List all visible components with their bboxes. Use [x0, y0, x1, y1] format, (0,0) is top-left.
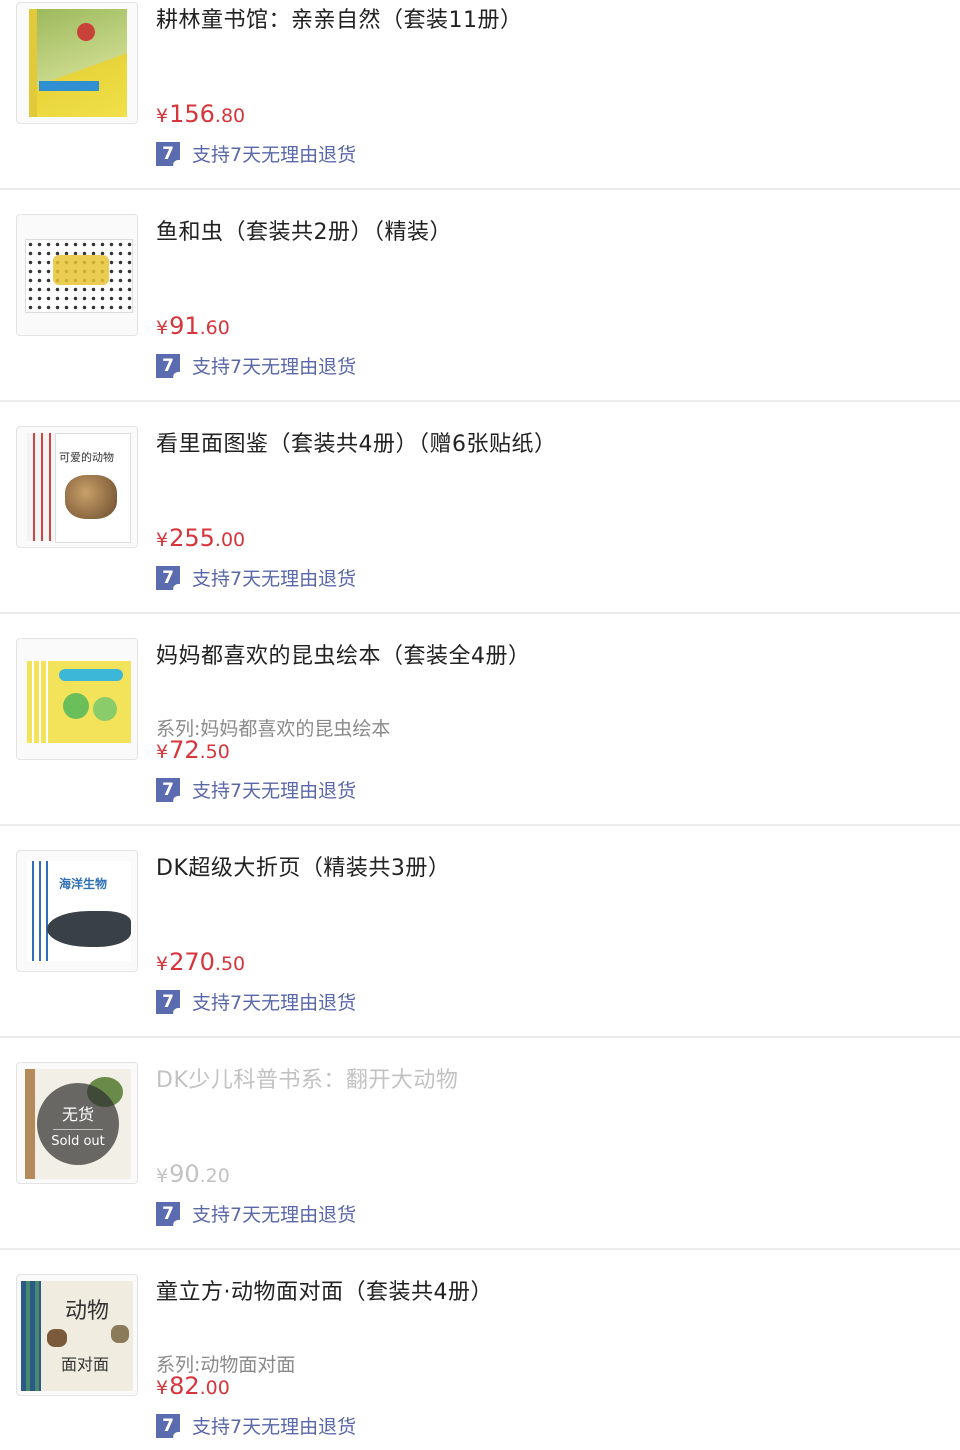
price-decimal: .20: [199, 1165, 230, 1187]
product-thumbnail[interactable]: [16, 2, 138, 124]
return-policy-label: 支持7天无理由退货: [192, 780, 357, 802]
return-policy-label: 支持7天无理由退货: [192, 1416, 357, 1438]
price-integer: 72: [169, 736, 200, 764]
sold-out-label-en: Sold out: [51, 1134, 105, 1149]
return-policy-label: 支持7天无理由退货: [192, 144, 357, 166]
price-decimal: .80: [214, 105, 246, 127]
product-info: 妈妈都喜欢的昆虫绘本（套装全4册） 系列:妈妈都喜欢的昆虫绘本 ¥72.50 7…: [156, 614, 940, 824]
product-info: DK超级大折页（精装共3册） ¥270.50 7 支持7天无理由退货: [156, 826, 940, 1036]
price-decimal: .50: [214, 953, 246, 975]
seven-day-return-icon: 7: [156, 1201, 180, 1226]
sold-out-divider: [53, 1129, 103, 1130]
product-info: 看里面图鉴（套装共4册）（赠6张贴纸） ¥255.00 7 支持7天无理由退货: [156, 402, 940, 612]
price-decimal: .50: [199, 741, 230, 763]
product-info: 鱼和虫（套装共2册）（精装） ¥91.60 7 支持7天无理由退货: [156, 190, 940, 400]
product-title[interactable]: 妈妈都喜欢的昆虫绘本（套装全4册）: [156, 638, 531, 670]
product-thumbnail[interactable]: [16, 638, 138, 760]
product-title[interactable]: DK少儿科普书系：翻开大动物: [156, 1062, 458, 1094]
return-policy: 7 支持7天无理由退货: [156, 140, 356, 167]
return-policy: 7 支持7天无理由退货: [156, 564, 356, 591]
price-currency: ¥: [156, 1165, 169, 1187]
cover-title-2: 面对面: [61, 1355, 110, 1374]
product-item[interactable]: 耕林童书馆：亲亲自然（套装11册） ¥156.80 7 支持7天无理由退货: [0, 0, 960, 190]
price-currency: ¥: [156, 741, 169, 763]
product-price: ¥72.50: [156, 736, 230, 764]
cover-title: 海洋生物: [59, 877, 108, 891]
product-price: ¥82.00: [156, 1372, 230, 1400]
price-currency: ¥: [156, 529, 169, 551]
product-thumbnail[interactable]: 海洋生物: [16, 850, 138, 972]
price-currency: ¥: [156, 105, 169, 127]
price-integer: 156: [169, 100, 215, 128]
price-decimal: .60: [199, 317, 230, 339]
product-price: ¥90.20: [156, 1160, 230, 1188]
return-policy-label: 支持7天无理由退货: [192, 992, 357, 1014]
price-currency: ¥: [156, 317, 169, 339]
cover-title-1: 动物: [65, 1299, 110, 1324]
product-thumbnail[interactable]: 无货 Sold out: [16, 1062, 138, 1184]
product-title[interactable]: 看里面图鉴（套装共4册）（赠6张贴纸）: [156, 426, 557, 458]
sold-out-label-cn: 无货: [61, 1105, 94, 1124]
product-item-sold-out[interactable]: 无货 Sold out DK少儿科普书系：翻开大动物 ¥90.20 7 支持7天…: [0, 1038, 960, 1250]
product-price: ¥255.00: [156, 524, 245, 552]
product-info: 童立方·动物面对面（套装共4册） 系列:动物面对面 ¥82.00 7 支持7天无…: [156, 1250, 940, 1450]
seven-day-return-icon: 7: [156, 353, 180, 378]
product-thumbnail[interactable]: 动物 面对面: [16, 1274, 138, 1396]
price-currency: ¥: [156, 1377, 169, 1399]
product-thumbnail[interactable]: 可爱的动物: [16, 426, 138, 548]
cover-title: 可爱的动物: [59, 451, 114, 464]
product-item[interactable]: 鱼和虫（套装共2册）（精装） ¥91.60 7 支持7天无理由退货: [0, 190, 960, 402]
product-price: ¥270.50: [156, 948, 245, 976]
price-decimal: .00: [214, 529, 246, 551]
sold-out-badge: 无货 Sold out: [37, 1083, 119, 1165]
price-integer: 82: [169, 1372, 200, 1400]
price-integer: 90: [169, 1160, 200, 1188]
product-item[interactable]: 动物 面对面 童立方·动物面对面（套装共4册） 系列:动物面对面 ¥82.00 …: [0, 1250, 960, 1450]
product-info: 耕林童书馆：亲亲自然（套装11册） ¥156.80 7 支持7天无理由退货: [156, 0, 940, 188]
price-currency: ¥: [156, 953, 169, 975]
return-policy: 7 支持7天无理由退货: [156, 1412, 356, 1439]
product-price: ¥156.80: [156, 100, 245, 128]
product-item[interactable]: 可爱的动物 看里面图鉴（套装共4册）（赠6张贴纸） ¥255.00 7 支持7天…: [0, 402, 960, 614]
product-info: DK少儿科普书系：翻开大动物 ¥90.20 7 支持7天无理由退货: [156, 1038, 940, 1248]
return-policy-label: 支持7天无理由退货: [192, 568, 357, 590]
product-list: 耕林童书馆：亲亲自然（套装11册） ¥156.80 7 支持7天无理由退货 鱼和…: [0, 0, 960, 1450]
return-policy-label: 支持7天无理由退货: [192, 356, 357, 378]
price-integer: 255: [169, 524, 215, 552]
seven-day-return-icon: 7: [156, 565, 180, 590]
product-title[interactable]: DK超级大折页（精装共3册）: [156, 850, 450, 882]
return-policy: 7 支持7天无理由退货: [156, 352, 356, 379]
price-decimal: .00: [199, 1377, 230, 1399]
product-item[interactable]: 海洋生物 DK超级大折页（精装共3册） ¥270.50 7 支持7天无理由退货: [0, 826, 960, 1038]
product-price: ¥91.60: [156, 312, 230, 340]
product-item[interactable]: 妈妈都喜欢的昆虫绘本（套装全4册） 系列:妈妈都喜欢的昆虫绘本 ¥72.50 7…: [0, 614, 960, 826]
price-integer: 270: [169, 948, 215, 976]
return-policy-label: 支持7天无理由退货: [192, 1204, 357, 1226]
product-title[interactable]: 鱼和虫（套装共2册）（精装）: [156, 214, 452, 246]
seven-day-return-icon: 7: [156, 777, 180, 802]
return-policy: 7 支持7天无理由退货: [156, 988, 356, 1015]
seven-day-return-icon: 7: [156, 141, 180, 166]
product-title[interactable]: 耕林童书馆：亲亲自然（套装11册）: [156, 2, 523, 34]
product-title[interactable]: 童立方·动物面对面（套装共4册）: [156, 1274, 493, 1306]
price-integer: 91: [169, 312, 200, 340]
return-policy: 7 支持7天无理由退货: [156, 1200, 356, 1227]
seven-day-return-icon: 7: [156, 989, 180, 1014]
seven-day-return-icon: 7: [156, 1413, 180, 1438]
product-thumbnail[interactable]: [16, 214, 138, 336]
return-policy: 7 支持7天无理由退货: [156, 776, 356, 803]
